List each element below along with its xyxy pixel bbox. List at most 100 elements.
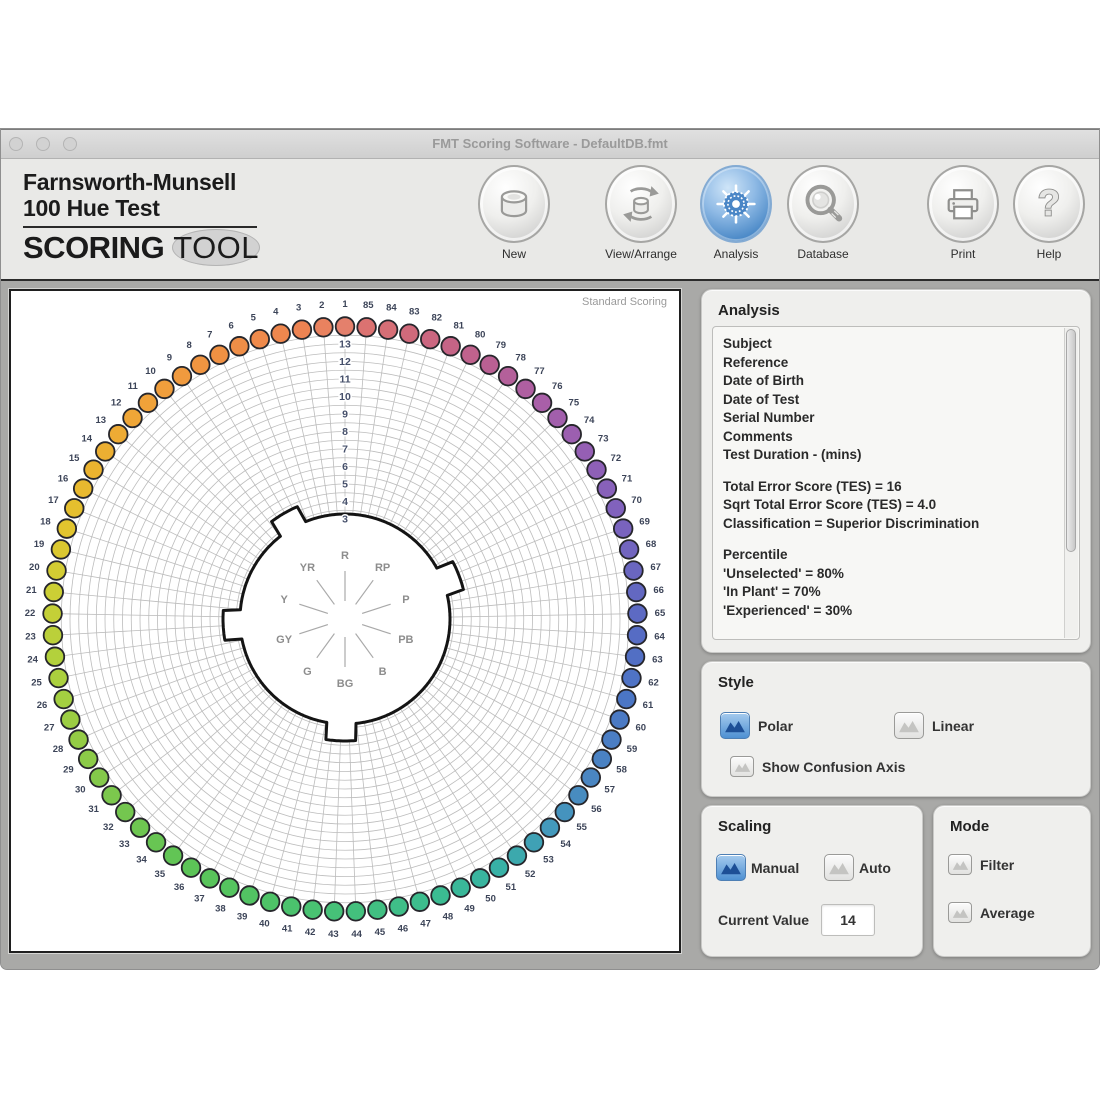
cap-marker (49, 669, 68, 688)
grid-spoke (403, 698, 515, 852)
minimize-button[interactable] (36, 137, 50, 151)
cap-number: 17 (48, 495, 59, 506)
cap-number: 72 (611, 453, 622, 464)
cap-number: 23 (25, 631, 36, 642)
average-label: Average (980, 905, 1035, 921)
grid-spoke (59, 632, 248, 657)
linear-checkbox[interactable] (894, 712, 924, 739)
cap-marker (411, 892, 430, 911)
cap-marker (347, 902, 366, 921)
cap-number: 8 (187, 340, 192, 351)
toolbar-button-print[interactable]: Print (918, 165, 1008, 261)
current-value-label: Current Value (718, 912, 809, 928)
scrollbar-thumb[interactable] (1066, 329, 1076, 552)
cap-number: 60 (635, 722, 646, 733)
analysis-line: Reference (723, 354, 1055, 373)
grid-spoke (103, 672, 263, 775)
brand-line1: Farnsworth-Munsell (23, 169, 260, 195)
filter-checkbox[interactable] (948, 854, 972, 875)
cap-number: 19 (34, 539, 45, 550)
hue-label: YR (300, 562, 315, 574)
manual-checkbox[interactable] (716, 854, 746, 881)
cap-marker (293, 320, 312, 339)
cap-number: 70 (631, 495, 642, 506)
cap-marker (516, 380, 535, 399)
cap-number: 41 (282, 924, 293, 935)
cap-marker (614, 519, 633, 538)
show-confusion-axis-checkbox[interactable] (730, 756, 754, 777)
cap-number: 80 (475, 329, 486, 340)
radial-tick-label: 6 (342, 461, 348, 473)
cap-marker (368, 900, 387, 919)
cap-marker (575, 442, 594, 461)
cap-number: 49 (464, 903, 475, 914)
cap-marker (90, 768, 109, 787)
zoom-button[interactable] (63, 137, 77, 151)
cap-marker (617, 690, 636, 709)
cap-number: 67 (650, 562, 661, 573)
view-arrange-icon (605, 165, 677, 243)
toolbar-label: Database (778, 247, 868, 261)
cap-number: 43 (328, 929, 339, 940)
hue-label: PB (398, 634, 413, 646)
new-cap-icon (478, 165, 550, 243)
cap-number: 57 (604, 785, 615, 796)
cap-marker (43, 604, 62, 623)
titlebar: FMT Scoring Software - DefaultDB.fmt (1, 129, 1099, 159)
toolbar-button-view-arrange[interactable]: View/Arrange (596, 165, 686, 261)
cap-marker (303, 900, 322, 919)
cap-marker (109, 425, 128, 444)
cap-marker (461, 346, 480, 365)
average-checkbox[interactable] (948, 902, 972, 923)
cap-marker (240, 886, 259, 905)
cap-marker (555, 803, 574, 822)
polar-plot: RYRYGYGBGBPBPRP3456789101112131234567891… (11, 291, 679, 951)
cap-marker (147, 833, 166, 852)
mountain-glyph (734, 760, 751, 774)
cap-number: 31 (88, 804, 99, 815)
cap-marker (84, 460, 103, 479)
radial-tick-label: 4 (342, 496, 348, 508)
analysis-panel-title: Analysis (702, 290, 1090, 319)
cap-number: 9 (167, 352, 172, 363)
side-panels: Analysis SubjectReferenceDate of BirthDa… (701, 281, 1091, 970)
grid-spoke (356, 716, 377, 905)
cap-number: 58 (616, 765, 627, 776)
toolbar-button-new[interactable]: New (469, 165, 559, 261)
window-controls (9, 137, 77, 151)
cap-number: 26 (37, 700, 48, 711)
radial-tick-label: 5 (342, 479, 348, 491)
cap-number: 82 (431, 313, 442, 324)
svg-text:?: ? (1038, 183, 1060, 224)
cap-marker (155, 380, 174, 399)
auto-checkbox[interactable] (824, 854, 854, 881)
analysis-scrollbar[interactable] (1064, 328, 1078, 638)
cap-marker (164, 846, 183, 865)
toolbar-button-analysis[interactable]: Analysis (691, 165, 781, 261)
grid-spoke (431, 666, 598, 757)
cap-marker (139, 394, 158, 413)
cap-number: 13 (96, 415, 107, 426)
toolbar-button-help[interactable]: ? Help (1004, 165, 1094, 261)
current-value-input[interactable] (821, 904, 875, 936)
analysis-results-box: SubjectReferenceDate of BirthDate of Tes… (712, 326, 1080, 640)
cap-marker (96, 442, 115, 461)
polar-checkbox[interactable] (720, 712, 750, 739)
hue-label: GY (276, 634, 293, 646)
cap-marker (325, 902, 344, 921)
toolbar-label: View/Arrange (596, 247, 686, 261)
grid-spoke (92, 666, 259, 757)
grid-spoke (443, 592, 633, 610)
cap-number: 29 (63, 765, 74, 776)
cap-marker (593, 750, 612, 769)
database-magnifier-icon (787, 165, 859, 243)
close-button[interactable] (9, 137, 23, 151)
toolbar-button-database[interactable]: Database (778, 165, 868, 261)
grid-spoke (427, 672, 587, 775)
mode-panel-title: Mode (934, 806, 1090, 835)
grid-spoke (202, 368, 296, 534)
cap-number: 18 (40, 517, 51, 528)
analysis-line: Date of Test (723, 391, 1055, 410)
cap-marker (261, 892, 280, 911)
cap-number: 76 (552, 381, 563, 392)
